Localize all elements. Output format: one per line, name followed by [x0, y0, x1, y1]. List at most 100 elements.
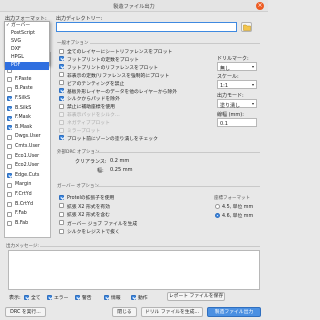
- format-option[interactable]: ガーバー: [5, 22, 49, 30]
- layer-checkbox[interactable]: [7, 134, 12, 140]
- option-checkbox[interactable]: [59, 48, 64, 54]
- drc-title: 外部DRC オプション: [57, 150, 100, 155]
- messages-panel[interactable]: [8, 250, 260, 290]
- coord-label: 4.5, 単位 mm: [222, 205, 254, 210]
- option-label: 拡張 X2 形式を有効: [67, 204, 110, 210]
- filter-label: 動作: [138, 296, 148, 301]
- option-checkbox[interactable]: [59, 228, 64, 234]
- option-label: ビアのテンティングを禁止: [67, 81, 125, 87]
- coord-radio[interactable]: [215, 203, 220, 209]
- coord-format-title: 座標フォーマット: [214, 196, 250, 201]
- option-checkbox[interactable]: [59, 127, 64, 133]
- layer-name: B.Paste: [15, 86, 33, 92]
- option-label: 非表示の定数/リファレンスを強制的にプロット: [67, 73, 170, 79]
- format-option[interactable]: DXF: [5, 46, 49, 54]
- option-checkbox[interactable]: [59, 194, 64, 200]
- layer-checkbox[interactable]: [7, 173, 12, 179]
- option-label: ミラープロット: [67, 129, 101, 134]
- mode-select[interactable]: 塗り潰し ▾: [217, 99, 257, 109]
- layer-list[interactable]: F.AdhesB.AdhesF.PasteB.PasteF.SilkSB.Sil…: [4, 52, 51, 238]
- filter-checkbox[interactable]: [75, 294, 80, 300]
- generate-drill-button[interactable]: ドリル ファイルを生成...: [141, 307, 203, 317]
- chevron-down-icon: ▾: [251, 64, 254, 69]
- option-label: 禁止に補助座標を使用: [67, 105, 115, 111]
- scale-select[interactable]: 1:1 ▾: [217, 80, 257, 89]
- scale-value: 1:1: [220, 82, 229, 89]
- option-checkbox[interactable]: [59, 80, 64, 86]
- filter-label: 警告: [82, 296, 92, 301]
- layer-checkbox[interactable]: [7, 182, 12, 188]
- option-checkbox[interactable]: [59, 135, 64, 141]
- filter-label: 情報: [111, 296, 121, 301]
- option-checkbox[interactable]: [59, 211, 64, 217]
- format-option[interactable]: PDF: [5, 62, 49, 70]
- layer-checkbox[interactable]: [7, 106, 12, 111]
- format-option[interactable]: SVG: [5, 38, 49, 46]
- option-checkbox[interactable]: [59, 220, 64, 226]
- width-label: 線幅 (mm):: [217, 112, 244, 118]
- run-drc-button[interactable]: DRC を実行...: [5, 307, 46, 317]
- option-label: 全てのレイヤーにシートリファレンスをプロット: [67, 50, 173, 55]
- window-title: 製造ファイル出力: [113, 4, 155, 10]
- layer-checkbox[interactable]: [7, 86, 12, 92]
- option-checkbox[interactable]: [59, 88, 64, 93]
- output-dir-label: 出力ディレクトリー:: [56, 16, 103, 22]
- format-dropdown[interactable]: ガーバーPostScriptSVGDXFHPGLPDF: [4, 21, 50, 70]
- layer-checkbox[interactable]: [7, 77, 12, 83]
- close-window-icon[interactable]: ×: [256, 2, 264, 10]
- layer-name: Eco2.User: [15, 163, 40, 169]
- layer-checkbox[interactable]: [7, 115, 12, 121]
- layer-checkbox[interactable]: [7, 154, 12, 159]
- drill-mark-label: ドリルマーク:: [217, 56, 249, 62]
- close-button[interactable]: 閉じる: [112, 307, 137, 317]
- option-checkbox[interactable]: [59, 103, 64, 109]
- drill-mark-select[interactable]: 無し ▾: [217, 62, 257, 72]
- coord-label: 4.6, 単位 mm: [222, 214, 254, 219]
- option-label: シルクからパッドを除外: [67, 97, 120, 103]
- format-option[interactable]: PostScript: [5, 30, 49, 38]
- layer-name: Eco1.User: [15, 153, 40, 159]
- layer-checkbox[interactable]: [7, 144, 12, 150]
- clearance-value: 0.2 mm: [110, 158, 130, 164]
- option-checkbox[interactable]: [59, 119, 64, 125]
- filter-checkbox[interactable]: [131, 294, 136, 300]
- general-title: 一般オプション: [57, 41, 89, 46]
- layer-checkbox[interactable]: [7, 125, 12, 131]
- plot-button[interactable]: 製造ファイル出力: [207, 307, 261, 317]
- option-checkbox[interactable]: [59, 56, 64, 62]
- option-checkbox[interactable]: [59, 64, 64, 70]
- layer-checkbox[interactable]: [7, 202, 12, 207]
- title-bar: 製造ファイル出力 ×: [0, 0, 268, 12]
- option-checkbox[interactable]: [59, 95, 64, 101]
- drill-mark-value: 無し: [220, 65, 231, 72]
- layer-checkbox[interactable]: [7, 96, 12, 102]
- layer-name: F.Fab: [15, 211, 27, 217]
- option-label: 非表示パッドをシルク…: [67, 113, 120, 119]
- option-label: ネガティブプロット: [67, 121, 110, 127]
- format-option[interactable]: HPGL: [5, 54, 49, 62]
- mode-label: 出力モード:: [217, 93, 244, 99]
- option-label: ガーバー ジョブ ファイルを生成: [67, 221, 138, 227]
- browse-folder-button[interactable]: [241, 22, 252, 32]
- option-label: シルクをレジストで抜く: [67, 230, 120, 236]
- filter-checkbox[interactable]: [47, 294, 52, 300]
- option-checkbox[interactable]: [59, 72, 64, 78]
- coord-radio[interactable]: [215, 212, 220, 218]
- option-checkbox[interactable]: [59, 111, 64, 117]
- layer-checkbox[interactable]: [7, 163, 12, 169]
- option-checkbox[interactable]: [59, 203, 64, 209]
- layer-name: B.CrtYd: [15, 201, 33, 207]
- layer-checkbox[interactable]: [7, 221, 12, 227]
- width-input[interactable]: 0.1: [217, 118, 257, 127]
- filter-checkbox[interactable]: [24, 294, 29, 300]
- gerber-title: ガーバー オプション: [57, 184, 99, 189]
- filter-checkbox[interactable]: [104, 294, 109, 300]
- layer-name: F.SilkS: [15, 95, 31, 101]
- layer-checkbox[interactable]: [7, 211, 12, 217]
- save-report-button[interactable]: レポート ファイルを保存: [167, 292, 225, 301]
- layer-checkbox[interactable]: [7, 192, 12, 198]
- option-label: 基板外形レイヤーのデータを他のレイヤーから除外: [67, 89, 178, 95]
- layer-name: Dwgs.User: [15, 134, 41, 140]
- layer-name: Cmts.User: [15, 143, 40, 149]
- output-dir-input[interactable]: [56, 22, 237, 32]
